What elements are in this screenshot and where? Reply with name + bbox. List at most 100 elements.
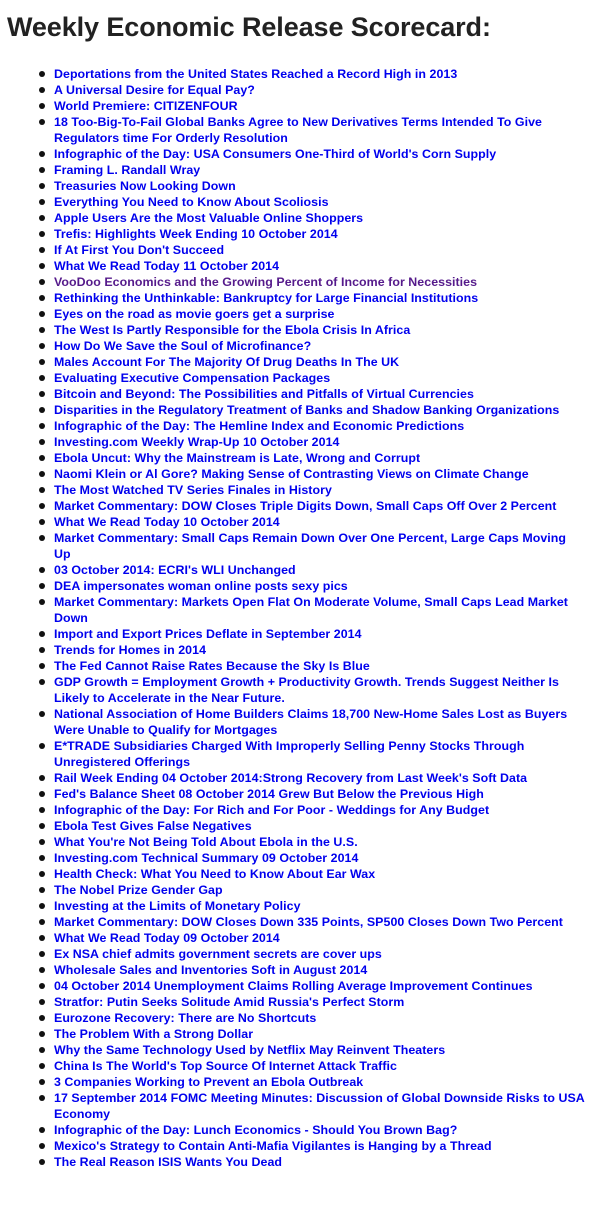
list-item: Infographic of the Day: For Rich and For… bbox=[39, 802, 592, 818]
article-link[interactable]: 04 October 2014 Unemployment Claims Roll… bbox=[54, 979, 533, 993]
list-item: Stratfor: Putin Seeks Solitude Amid Russ… bbox=[39, 994, 592, 1010]
article-link[interactable]: Investing.com Technical Summary 09 Octob… bbox=[54, 851, 358, 865]
article-link[interactable]: Treasuries Now Looking Down bbox=[54, 179, 236, 193]
article-link[interactable]: Infographic of the Day: For Rich and For… bbox=[54, 803, 489, 817]
bullet-icon bbox=[39, 183, 45, 189]
list-item: Deportations from the United States Reac… bbox=[39, 66, 592, 82]
article-link[interactable]: Trends for Homes in 2014 bbox=[54, 643, 206, 657]
bullet-icon bbox=[39, 471, 45, 477]
article-link[interactable]: The Problem With a Strong Dollar bbox=[54, 1027, 253, 1041]
article-link[interactable]: Evaluating Executive Compensation Packag… bbox=[54, 371, 330, 385]
article-link[interactable]: Market Commentary: DOW Closes Down 335 P… bbox=[54, 915, 563, 929]
article-link[interactable]: Infographic of the Day: Lunch Economics … bbox=[54, 1123, 457, 1137]
article-link[interactable]: DEA impersonates woman online posts sexy… bbox=[54, 579, 348, 593]
article-link[interactable]: Framing L. Randall Wray bbox=[54, 163, 200, 177]
article-link[interactable]: Deportations from the United States Reac… bbox=[54, 67, 457, 81]
article-link[interactable]: National Association of Home Builders Cl… bbox=[54, 707, 567, 737]
article-link[interactable]: What You're Not Being Told About Ebola i… bbox=[54, 835, 358, 849]
article-link[interactable]: Import and Export Prices Deflate in Sept… bbox=[54, 627, 362, 641]
bullet-icon bbox=[39, 1095, 45, 1101]
article-link[interactable]: VooDoo Economics and the Growing Percent… bbox=[54, 275, 477, 289]
article-link[interactable]: Disparities in the Regulatory Treatment … bbox=[54, 403, 559, 417]
article-link[interactable]: A Universal Desire for Equal Pay? bbox=[54, 83, 255, 97]
list-item: Bitcoin and Beyond: The Possibilities an… bbox=[39, 386, 592, 402]
article-link[interactable]: What We Read Today 09 October 2014 bbox=[54, 931, 280, 945]
list-item: What We Read Today 09 October 2014 bbox=[39, 930, 592, 946]
bullet-icon bbox=[39, 103, 45, 109]
article-link[interactable]: Apple Users Are the Most Valuable Online… bbox=[54, 211, 363, 225]
list-item: Treasuries Now Looking Down bbox=[39, 178, 592, 194]
list-item: Wholesale Sales and Inventories Soft in … bbox=[39, 962, 592, 978]
article-link[interactable]: Stratfor: Putin Seeks Solitude Amid Russ… bbox=[54, 995, 404, 1009]
article-link[interactable]: Everything You Need to Know About Scolio… bbox=[54, 195, 329, 209]
bullet-icon bbox=[39, 391, 45, 397]
article-link[interactable]: If At First You Don't Succeed bbox=[54, 243, 224, 257]
article-link[interactable]: The Real Reason ISIS Wants You Dead bbox=[54, 1155, 282, 1169]
article-link[interactable]: The Most Watched TV Series Finales in Hi… bbox=[54, 483, 332, 497]
bullet-icon bbox=[39, 807, 45, 813]
article-link[interactable]: What We Read Today 10 October 2014 bbox=[54, 515, 280, 529]
list-item: The Most Watched TV Series Finales in Hi… bbox=[39, 482, 592, 498]
article-link[interactable]: Fed's Balance Sheet 08 October 2014 Grew… bbox=[54, 787, 484, 801]
article-link[interactable]: Wholesale Sales and Inventories Soft in … bbox=[54, 963, 367, 977]
article-link[interactable]: Mexico's Strategy to Contain Anti-Mafia … bbox=[54, 1139, 492, 1153]
article-link[interactable]: How Do We Save the Soul of Microfinance? bbox=[54, 339, 311, 353]
article-link[interactable]: E*TRADE Subsidiaries Charged With Improp… bbox=[54, 739, 524, 769]
bullet-icon bbox=[39, 855, 45, 861]
list-item: China Is The World's Top Source Of Inter… bbox=[39, 1058, 592, 1074]
article-link[interactable]: Naomi Klein or Al Gore? Making Sense of … bbox=[54, 467, 529, 481]
bullet-icon bbox=[39, 983, 45, 989]
article-link[interactable]: China Is The World's Top Source Of Inter… bbox=[54, 1059, 397, 1073]
bullet-icon bbox=[39, 119, 45, 125]
article-link[interactable]: Bitcoin and Beyond: The Possibilities an… bbox=[54, 387, 474, 401]
article-link[interactable]: 3 Companies Working to Prevent an Ebola … bbox=[54, 1075, 363, 1089]
list-item: Males Account For The Majority Of Drug D… bbox=[39, 354, 592, 370]
list-item: Infographic of the Day: USA Consumers On… bbox=[39, 146, 592, 162]
article-link[interactable]: Infographic of the Day: The Hemline Inde… bbox=[54, 419, 464, 433]
article-link[interactable]: Infographic of the Day: USA Consumers On… bbox=[54, 147, 496, 161]
article-link[interactable]: Rail Week Ending 04 October 2014:Strong … bbox=[54, 771, 527, 785]
article-link[interactable]: Investing.com Weekly Wrap-Up 10 October … bbox=[54, 435, 339, 449]
article-link[interactable]: Eyes on the road as movie goers get a su… bbox=[54, 307, 335, 321]
bullet-icon bbox=[39, 1127, 45, 1133]
article-link[interactable]: Investing at the Limits of Monetary Poli… bbox=[54, 899, 301, 913]
article-link[interactable]: GDP Growth = Employment Growth + Product… bbox=[54, 675, 559, 705]
bullet-icon bbox=[39, 439, 45, 445]
article-link[interactable]: 17 September 2014 FOMC Meeting Minutes: … bbox=[54, 1091, 584, 1121]
list-item: Investing.com Weekly Wrap-Up 10 October … bbox=[39, 434, 592, 450]
list-item: Investing.com Technical Summary 09 Octob… bbox=[39, 850, 592, 866]
bullet-icon bbox=[39, 791, 45, 797]
article-link[interactable]: Market Commentary: Small Caps Remain Dow… bbox=[54, 531, 566, 561]
list-item: DEA impersonates woman online posts sexy… bbox=[39, 578, 592, 594]
list-item: 17 September 2014 FOMC Meeting Minutes: … bbox=[39, 1090, 592, 1122]
article-link[interactable]: What We Read Today 11 October 2014 bbox=[54, 259, 279, 273]
bullet-icon bbox=[39, 1079, 45, 1085]
list-item: Mexico's Strategy to Contain Anti-Mafia … bbox=[39, 1138, 592, 1154]
article-link[interactable]: Health Check: What You Need to Know Abou… bbox=[54, 867, 375, 881]
bullet-icon bbox=[39, 631, 45, 637]
article-link[interactable]: Eurozone Recovery: There are No Shortcut… bbox=[54, 1011, 316, 1025]
bullet-icon bbox=[39, 279, 45, 285]
list-item: The Real Reason ISIS Wants You Dead bbox=[39, 1154, 592, 1170]
article-link[interactable]: The Nobel Prize Gender Gap bbox=[54, 883, 223, 897]
bullet-icon bbox=[39, 231, 45, 237]
article-link[interactable]: Market Commentary: Markets Open Flat On … bbox=[54, 595, 568, 625]
bullet-icon bbox=[39, 743, 45, 749]
article-link[interactable]: The West Is Partly Responsible for the E… bbox=[54, 323, 410, 337]
bullet-icon bbox=[39, 1015, 45, 1021]
article-link[interactable]: Trefis: Highlights Week Ending 10 Octobe… bbox=[54, 227, 338, 241]
article-link[interactable]: Why the Same Technology Used by Netflix … bbox=[54, 1043, 445, 1057]
bullet-icon bbox=[39, 999, 45, 1005]
article-link[interactable]: The Fed Cannot Raise Rates Because the S… bbox=[54, 659, 370, 673]
article-link[interactable]: 03 October 2014: ECRI's WLI Unchanged bbox=[54, 563, 296, 577]
article-link[interactable]: Ex NSA chief admits government secrets a… bbox=[54, 947, 382, 961]
article-link[interactable]: Rethinking the Unthinkable: Bankruptcy f… bbox=[54, 291, 478, 305]
article-link[interactable]: World Premiere: CITIZENFOUR bbox=[54, 99, 238, 113]
article-link[interactable]: Market Commentary: DOW Closes Triple Dig… bbox=[54, 499, 556, 513]
article-link[interactable]: Ebola Test Gives False Negatives bbox=[54, 819, 252, 833]
page-title: Weekly Economic Release Scorecard: bbox=[7, 12, 491, 42]
bullet-icon bbox=[39, 199, 45, 205]
article-link[interactable]: Ebola Uncut: Why the Mainstream is Late,… bbox=[54, 451, 420, 465]
article-link[interactable]: Males Account For The Majority Of Drug D… bbox=[54, 355, 399, 369]
article-link[interactable]: 18 Too-Big-To-Fail Global Banks Agree to… bbox=[54, 115, 542, 145]
